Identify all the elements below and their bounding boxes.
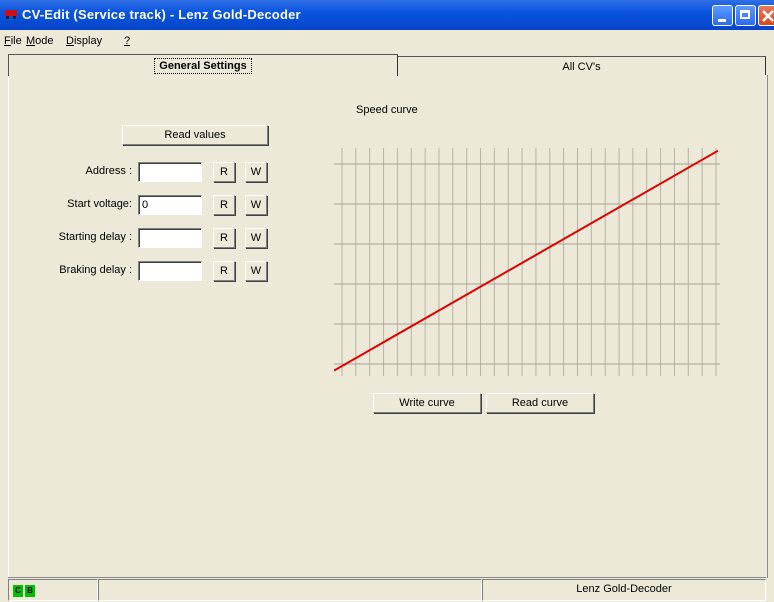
led-c-indicator: C (13, 585, 23, 597)
status-bar: C B Lenz Gold-Decoder (8, 577, 766, 602)
led-b-indicator: B (25, 585, 35, 597)
menu-mode[interactable]: Mode (26, 35, 54, 47)
address-write-button[interactable]: W (245, 162, 267, 182)
start-voltage-input[interactable] (138, 195, 202, 215)
chart-grid-horizontal (334, 163, 720, 365)
status-cell-device: Lenz Gold-Decoder (482, 579, 766, 601)
starting-delay-label: Starting delay : (58, 231, 132, 243)
starting-delay-read-button[interactable]: R (213, 228, 235, 248)
menu-bar: File Mode Display ? (0, 30, 774, 50)
start-voltage-label: Start voltage: (67, 198, 132, 210)
status-cell-leds: C B (8, 579, 98, 601)
minimize-button[interactable] (712, 5, 733, 26)
tab-all-cvs[interactable]: All CV's (398, 56, 766, 76)
speed-curve-chart[interactable] (334, 148, 724, 380)
device-name: Lenz Gold-Decoder (576, 583, 672, 595)
speed-curve-title: Speed curve (356, 104, 418, 116)
status-cell-message (98, 579, 482, 601)
start-voltage-read-button[interactable]: R (213, 195, 235, 215)
start-voltage-write-button[interactable]: W (245, 195, 267, 215)
braking-delay-read-button[interactable]: R (213, 261, 235, 281)
chart-grid-vertical (341, 148, 717, 376)
braking-delay-input[interactable] (138, 261, 202, 281)
braking-delay-label: Braking delay : (59, 264, 132, 276)
title-bar[interactable]: CV-Edit (Service track) - Lenz Gold-Deco… (0, 0, 774, 30)
read-curve-button[interactable]: Read curve (486, 393, 594, 413)
address-label: Address : (85, 165, 132, 177)
address-input[interactable] (138, 162, 202, 182)
address-read-button[interactable]: R (213, 162, 235, 182)
starting-delay-write-button[interactable]: W (245, 228, 267, 248)
tab-general-settings[interactable]: General Settings (8, 54, 398, 76)
read-values-button[interactable]: Read values (122, 125, 268, 145)
tab-all-cvs-label: All CV's (562, 61, 601, 73)
menu-file[interactable]: File (4, 35, 22, 47)
starting-delay-input[interactable] (138, 228, 202, 248)
close-button[interactable] (758, 5, 774, 26)
tab-general-label: General Settings (154, 58, 252, 74)
app-icon (5, 10, 17, 19)
maximize-button[interactable] (735, 5, 756, 26)
menu-display[interactable]: Display (66, 35, 102, 47)
close-icon (762, 10, 774, 22)
window-title: CV-Edit (Service track) - Lenz Gold-Deco… (22, 7, 301, 22)
braking-delay-write-button[interactable]: W (245, 261, 267, 281)
write-curve-button[interactable]: Write curve (373, 393, 481, 413)
menu-help[interactable]: ? (124, 35, 130, 47)
